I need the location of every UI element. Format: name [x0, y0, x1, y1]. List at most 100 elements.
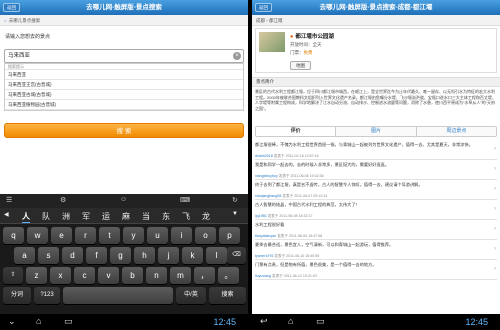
- key[interactable]: s: [38, 247, 59, 264]
- key[interactable]: u: [147, 227, 168, 244]
- candidate[interactable]: 龙: [202, 211, 210, 222]
- key[interactable]: z: [26, 267, 47, 284]
- left-screen: 返回 去哪儿网-触屏版-景点搜索 ⌂ 去哪儿景点搜索 请输入您想去的景点 马来西亚…: [0, 0, 248, 330]
- recent-apps-icon[interactable]: ▭: [64, 316, 73, 327]
- suggestion-item[interactable]: 马来西亚: [5, 70, 243, 80]
- system-nav-bar: ↩ ⌂ ▭ 12:45: [252, 314, 500, 330]
- list-item[interactable]: 终于去到了都江堰，真是名不虚传，古人的智慧令人惊叹，值得一去，建议请个导游讲解。…: [255, 180, 497, 200]
- home-icon: ⌂: [4, 18, 7, 23]
- key[interactable]: q: [3, 227, 24, 244]
- recent-apps-icon[interactable]: ▭: [316, 316, 325, 327]
- back-nav-icon[interactable]: ↩: [260, 316, 268, 327]
- tab-reviews[interactable]: 评价: [256, 127, 337, 136]
- back-button[interactable]: 返回: [255, 3, 272, 12]
- review-date: 发表于 2011-06-06 19:32:36: [278, 174, 324, 178]
- key[interactable]: v: [98, 267, 119, 284]
- home-nav-icon[interactable]: ⌂: [36, 316, 41, 326]
- back-button[interactable]: 返回: [3, 3, 20, 12]
- candidate-prev-icon[interactable]: ◀: [4, 211, 9, 218]
- back-nav-icon[interactable]: ⌄: [8, 316, 16, 327]
- key[interactable]: h: [134, 247, 155, 264]
- key[interactable]: t: [99, 227, 120, 244]
- backspace-key[interactable]: ⌫: [227, 247, 246, 264]
- candidate[interactable]: 运: [102, 211, 110, 222]
- info-label: 开放时间：: [290, 42, 313, 47]
- review-user[interactable]: xiangxiboyboy: [255, 174, 278, 178]
- search-button[interactable]: 搜 索: [4, 123, 244, 138]
- info-label: 门票：: [290, 50, 304, 55]
- candidate[interactable]: 东: [162, 211, 170, 222]
- candidate[interactable]: 麻: [122, 211, 130, 222]
- key[interactable]: x: [50, 267, 71, 284]
- list-item[interactable]: 都江堰很棒，不愧为水利工程世界首屈一指，与青城山一起被列为世界文化遗产，值得一去…: [255, 140, 497, 160]
- key[interactable]: p: [219, 227, 240, 244]
- key[interactable]: g: [110, 247, 131, 264]
- map-button[interactable]: 地图: [290, 61, 311, 70]
- candidate[interactable]: 队: [42, 211, 50, 222]
- key[interactable]: r: [75, 227, 96, 244]
- key[interactable]: a: [14, 247, 35, 264]
- key[interactable]: ，: [194, 267, 215, 284]
- split-key[interactable]: 分词: [3, 287, 31, 304]
- candidate[interactable]: 飞: [182, 211, 190, 222]
- emoji-icon[interactable]: ☺: [120, 196, 127, 203]
- review-user[interactable]: dndsh2018: [255, 154, 273, 158]
- location-pin-icon: ●: [290, 34, 294, 40]
- list-item[interactable]: 我是和同学一起去的，去的时候人非常多，景区挺大的，需要好好逛逛。 xiangxib…: [255, 160, 497, 180]
- keyboard-menu-icon[interactable]: ☰: [6, 196, 12, 204]
- section-header: 景点简介: [252, 77, 500, 87]
- review-date: 发表于 2011-06-08 18:32:17: [267, 214, 313, 218]
- list-item[interactable]: 门票有点贵，但是物有所值，景色很美，是一个值得一去的地方。 liuyuxiang …: [255, 260, 497, 280]
- info-value: 全天: [312, 42, 322, 47]
- candidate[interactable]: 洲: [62, 211, 70, 222]
- redo-icon[interactable]: ↻: [232, 196, 238, 204]
- space-key[interactable]: [63, 287, 173, 304]
- symbols-key[interactable]: ?123: [34, 287, 60, 304]
- key[interactable]: l: [206, 247, 227, 264]
- review-user[interactable]: tywxer1976: [255, 254, 273, 258]
- key[interactable]: n: [146, 267, 167, 284]
- review-user[interactable]: liuyuxiang: [255, 274, 271, 278]
- suggestion-item[interactable]: 马来西亚古城(古晋城): [5, 90, 243, 100]
- suggestion-item[interactable]: 马来西亚植物园(古晋城): [5, 100, 243, 110]
- system-nav-bar: ⌄ ⌂ ▭ 12:45: [0, 314, 248, 330]
- tab-nearby[interactable]: 周边景点: [417, 127, 496, 136]
- candidate[interactable]: 军: [82, 211, 90, 222]
- key[interactable]: k: [182, 247, 203, 264]
- key[interactable]: d: [62, 247, 83, 264]
- shift-key[interactable]: ⇧: [3, 267, 23, 284]
- review-text: 终于去到了都江堰，真是名不虚传，古人的智慧令人惊叹，值得一去，建议请个导游讲解。: [255, 182, 423, 187]
- enter-key[interactable]: 搜索: [209, 287, 246, 304]
- list-item[interactable]: 水利工程很好看 tianyatianyan 发表于 2011-06-09 15:4…: [255, 220, 497, 240]
- key[interactable]: m: [170, 267, 191, 284]
- key[interactable]: b: [122, 267, 143, 284]
- key[interactable]: f: [86, 247, 107, 264]
- candidate-expand-icon[interactable]: ▼: [232, 211, 238, 217]
- language-key[interactable]: 中/英: [176, 287, 206, 304]
- key[interactable]: 。: [218, 267, 239, 284]
- candidate[interactable]: 人: [22, 211, 30, 223]
- key[interactable]: w: [27, 227, 48, 244]
- home-nav-icon[interactable]: ⌂: [288, 316, 293, 326]
- tab-photos[interactable]: 图片: [336, 127, 417, 136]
- key[interactable]: o: [195, 227, 216, 244]
- key[interactable]: j: [158, 247, 179, 264]
- key[interactable]: c: [74, 267, 95, 284]
- key[interactable]: e: [51, 227, 72, 244]
- review-user[interactable]: tianyatianyan: [255, 234, 276, 238]
- list-item[interactable]: 古人智慧的结晶，中国古代水利工程的典范，太伟大了！ ljq1980 发表于 201…: [255, 200, 497, 220]
- settings-icon[interactable]: ⚙: [60, 196, 66, 204]
- suggestion-item[interactable]: 马来西亚王宫(古晋城): [5, 80, 243, 90]
- review-date: 发表于 2011-06-07 09:12:34: [282, 194, 328, 198]
- key[interactable]: y: [123, 227, 144, 244]
- search-input[interactable]: 马来西亚 ×: [4, 49, 244, 63]
- review-user[interactable]: nianjiangbang08: [255, 194, 281, 198]
- key[interactable]: i: [171, 227, 192, 244]
- list-item[interactable]: 夏季去最合适，景色宜人，空气清新，可以和青城山一起游玩，值得推荐。 tywxer1…: [255, 240, 497, 260]
- review-user[interactable]: ljq1980: [255, 214, 267, 218]
- left-title-bar: 返回 去哪儿网-触屏版-景点搜索: [0, 0, 248, 15]
- place-thumbnail[interactable]: [259, 32, 285, 52]
- keyboard-hide-icon[interactable]: ⌨: [180, 196, 190, 204]
- candidate[interactable]: 当: [142, 211, 150, 222]
- clear-icon[interactable]: ×: [233, 52, 241, 60]
